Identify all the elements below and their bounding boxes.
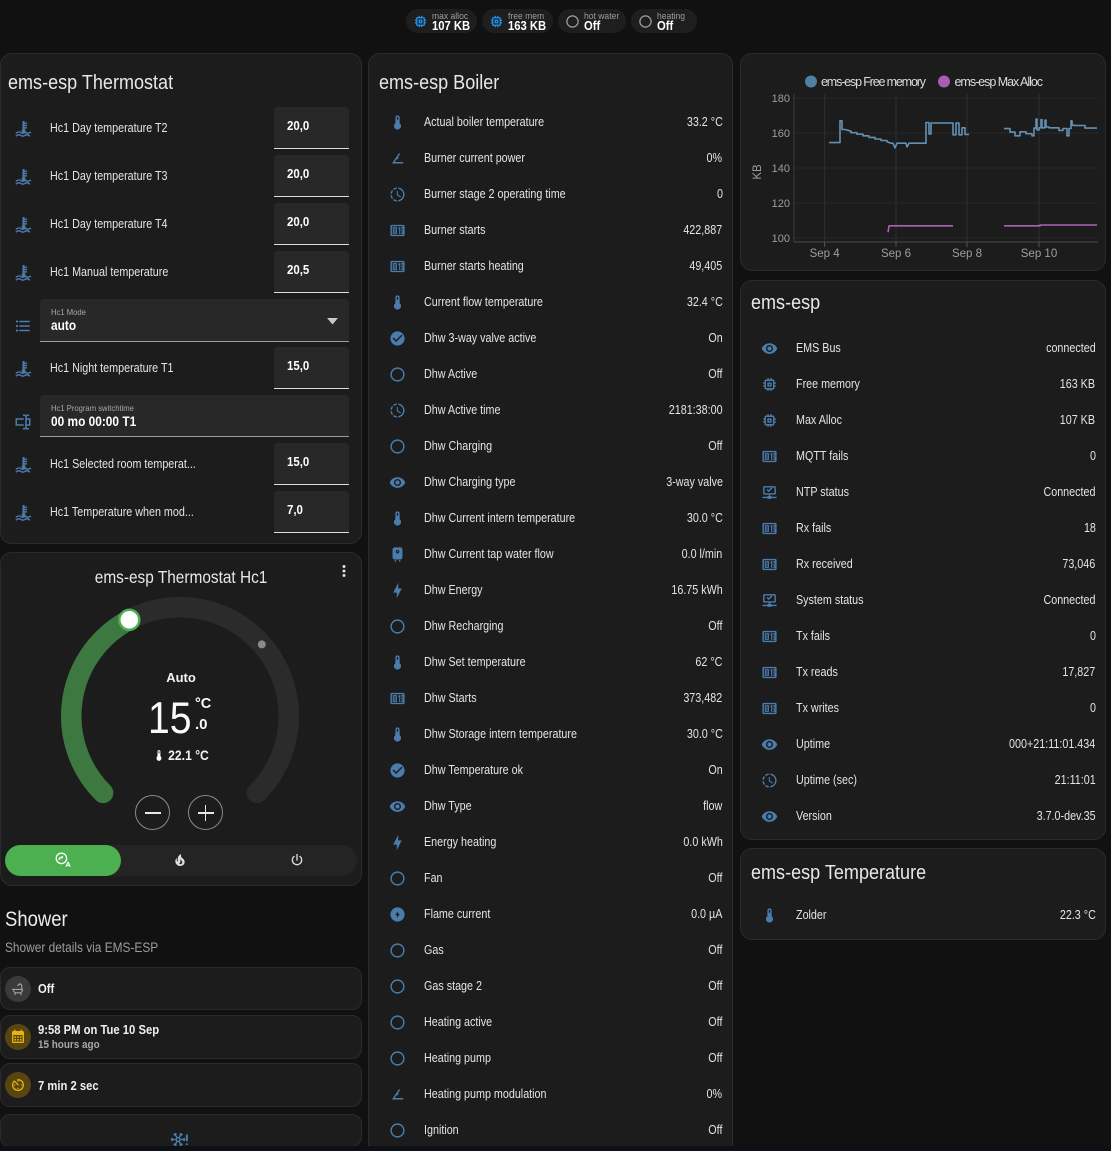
svg-text:100: 100: [772, 233, 790, 245]
svg-text:120: 120: [772, 198, 790, 210]
svg-text:Sep 10: Sep 10: [1021, 248, 1057, 260]
svg-text:140: 140: [772, 163, 790, 175]
svg-text:ems-esp Free memory: ems-esp Free memory: [821, 75, 927, 89]
svg-text:ems-esp Max Alloc: ems-esp Max Alloc: [955, 75, 1044, 89]
svg-text:Sep 6: Sep 6: [881, 248, 911, 260]
svg-text:Sep 8: Sep 8: [952, 248, 982, 260]
svg-text:Sep 4: Sep 4: [810, 248, 841, 260]
svg-text:180: 180: [772, 93, 790, 105]
svg-text:160: 160: [772, 128, 790, 140]
svg-text:KB: KB: [752, 164, 764, 180]
